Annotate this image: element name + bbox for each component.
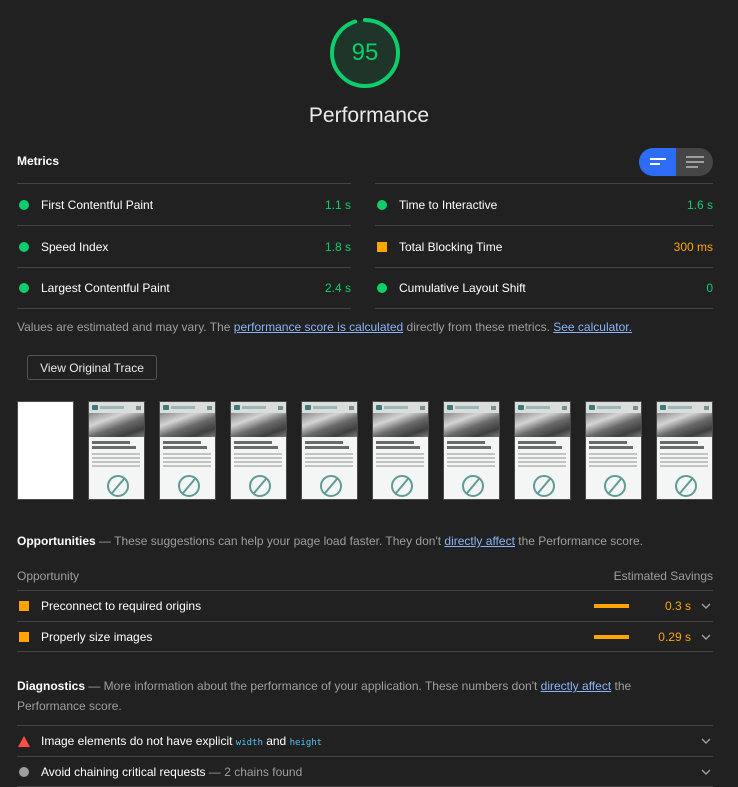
average-square-icon [377,241,387,252]
metric-value: 1.6 s [686,197,713,212]
metric-value: 1.1 s [324,197,351,212]
directly-affect-link[interactable]: directly affect [541,679,611,693]
expanded-lines-icon [685,156,704,168]
metric-label: First Contentful Paint [41,197,154,212]
metric-value: 1.8 s [324,239,351,254]
metric-row: Cumulative Layout Shift 0 [375,267,713,309]
chevron-down-icon[interactable] [699,599,713,613]
opportunity-savings: 0.29 s [658,629,691,644]
metric-label: Cumulative Layout Shift [399,281,526,295]
metric-row: Time to Interactive 1.6 s [375,183,713,225]
opportunities-desc: the Performance score. [514,534,643,548]
filmstrip-frame [17,401,74,500]
metric-label: Speed Index [41,239,109,254]
opportunity-item[interactable]: Preconnect to required origins 0.3 s [17,590,713,621]
opportunities-desc: — These suggestions can help your page l… [95,534,445,548]
metric-label: Largest Contentful Paint [41,281,170,295]
metric-row: Largest Contentful Paint 2.4 s [17,267,351,309]
opportunity-label: Preconnect to required origins [41,599,202,613]
average-square-icon [19,631,29,642]
gauge-title: Performance [308,104,430,127]
diagnostic-item[interactable]: Image elements do not have explicit widt… [17,725,713,756]
filmstrip-frame [301,401,358,500]
opportunities-list: Preconnect to required origins 0.3 s Prope… [17,590,713,652]
diagnostic-label: Image elements do not have explicit widt… [41,734,699,748]
diagnostics-heading: Diagnostics [17,679,86,693]
filmstrip-frame [88,401,145,500]
compact-lines-icon [649,158,666,165]
opportunity-item[interactable]: Properly size images 0.29 s [17,621,713,652]
metric-label: Time to Interactive [399,197,498,212]
fail-triangle-icon [18,735,30,747]
pass-circle-icon [377,283,387,293]
metrics-left-column: First Contentful Paint 1.1 s Speed Index 1.… [17,183,351,309]
metrics-note: Values are estimated and may vary. The p… [17,320,632,334]
savings-bar [594,604,629,608]
metric-row: Speed Index 1.8 s [17,225,351,267]
diagnostic-label-text: Avoid chaining critical requests [41,764,206,779]
gauge-score: 95 [351,39,379,66]
opportunity-label: Properly size images [41,629,153,644]
directly-affect-link[interactable]: directly affect [444,534,514,548]
metrics-heading: Metrics [17,154,60,168]
metrics-view-toggle[interactable] [639,148,713,176]
code-width: width [235,738,263,748]
code-height: height [289,738,323,748]
savings-bar [594,634,629,639]
filmstrip-frame [585,401,642,500]
diagnostic-label-text: and [262,734,290,748]
opportunity-savings: 0.3 s [664,599,691,613]
note-text: Values are estimated and may vary. The [17,320,234,334]
diagnostics-desc: — More information about the performance… [85,679,541,693]
diagnostic-item[interactable]: Avoid chaining critical requests — 2 cha… [17,756,713,787]
metrics-right-column: Time to Interactive 1.6 s Total Blocking T… [375,183,713,309]
diagnostic-label: Avoid chaining critical requests — 2 cha… [41,765,699,779]
column-estimated-savings: Estimated Savings [613,569,713,583]
filmstrip-frame [230,401,287,500]
filmstrip-frame [656,401,713,500]
pass-circle-icon [19,283,29,293]
metric-value: 300 ms [673,239,713,254]
filmstrip [17,401,713,500]
filmstrip-frame [372,401,429,500]
chevron-down-icon[interactable] [699,734,713,748]
filmstrip-frame [514,401,571,500]
diagnostics-list: Image elements do not have explicit widt… [17,725,713,787]
info-circle-icon [19,766,29,777]
pass-circle-icon [19,199,29,210]
diagnostic-label-text: Image elements do not have explicit [41,734,236,748]
view-original-trace-button[interactable]: View Original Trace [27,355,157,380]
metric-row: Total Blocking Time 300 ms [375,225,713,267]
metric-value: 0 [706,281,713,295]
column-opportunity: Opportunity [17,569,80,583]
opportunities-header: Opportunities — These suggestions can he… [17,534,643,548]
pass-circle-icon [19,241,29,252]
diagnostic-sub: — 2 chains found [205,764,303,779]
metric-row: First Contentful Paint 1.1 s [17,183,351,225]
metric-value: 2.4 s [324,281,351,295]
opportunities-columns: Opportunity Estimated Savings [17,569,713,583]
score-calculated-link[interactable]: performance score is calculated [234,320,403,334]
compact-view-button[interactable] [639,148,676,176]
pass-circle-icon [377,199,387,210]
chevron-down-icon[interactable] [699,630,713,644]
performance-gauge: 95 [329,17,401,89]
note-text: directly from these metrics. [403,320,554,334]
filmstrip-frame [443,401,500,500]
metric-label: Total Blocking Time [399,239,503,254]
expanded-view-button[interactable] [676,148,713,176]
opportunities-heading: Opportunities [17,534,96,548]
diagnostics-header: Diagnostics — More information about the… [17,676,697,716]
see-calculator-link[interactable]: See calculator. [553,320,632,334]
average-square-icon [19,601,29,611]
chevron-down-icon[interactable] [699,765,713,779]
filmstrip-frame [159,401,216,500]
